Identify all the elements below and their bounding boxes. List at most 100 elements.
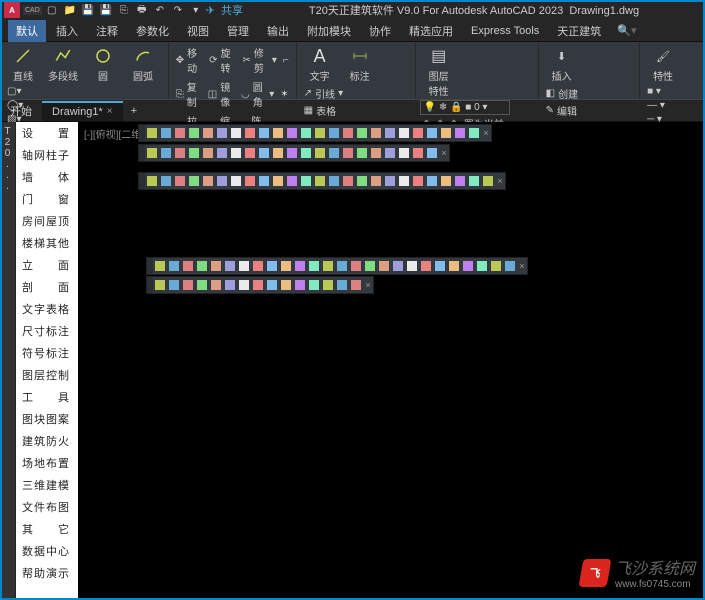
tab-featured[interactable]: 精选应用 <box>401 20 461 42</box>
toolbar-button[interactable] <box>461 258 475 274</box>
toolbar-button[interactable] <box>327 145 341 161</box>
toolbar-button[interactable] <box>271 125 285 141</box>
toolbar-button[interactable] <box>313 125 327 141</box>
toolbar-button[interactable] <box>369 125 383 141</box>
toolbar-button[interactable] <box>349 258 363 274</box>
toolbar-button[interactable] <box>187 173 201 189</box>
extra1-icon[interactable]: ⌐ <box>280 44 292 76</box>
share-link[interactable]: 共享 <box>221 2 243 18</box>
menu-item-18[interactable]: 其 它 <box>16 518 78 540</box>
toolbar-button[interactable] <box>349 277 363 293</box>
toolbar-button[interactable] <box>243 125 257 141</box>
toolbar-button[interactable] <box>265 258 279 274</box>
toolbar-button[interactable] <box>145 145 159 161</box>
toolbar-button[interactable] <box>503 258 517 274</box>
toolbar-button[interactable] <box>229 125 243 141</box>
tab-default[interactable]: 默认 <box>8 20 46 42</box>
toolbar-button[interactable] <box>215 125 229 141</box>
menu-item-15[interactable]: 场地布置 <box>16 452 78 474</box>
start-tab[interactable]: 开始 <box>0 100 42 122</box>
circle-button[interactable]: 圆 <box>84 44 122 83</box>
create-button[interactable]: ◧ 创建 <box>543 85 608 102</box>
toolbar-button[interactable] <box>307 277 321 293</box>
toolbar-button[interactable] <box>383 173 397 189</box>
drawing-canvas[interactable]: [-][俯视][二维线框] × × × × × <box>78 122 705 600</box>
toolbar-button[interactable] <box>153 277 167 293</box>
toolbar-button[interactable] <box>173 173 187 189</box>
toolbar-button[interactable] <box>453 173 467 189</box>
toolbar-button[interactable] <box>369 173 383 189</box>
toolbar-button[interactable] <box>195 258 209 274</box>
toolbar-button[interactable] <box>313 145 327 161</box>
toolbar-button[interactable] <box>299 145 313 161</box>
explode-icon[interactable]: ✶ <box>277 78 291 110</box>
toolbar-button[interactable] <box>425 125 439 141</box>
plot-icon[interactable]: 🖶 <box>134 2 150 18</box>
toolbar-button[interactable] <box>335 258 349 274</box>
toolbar-button[interactable] <box>229 173 243 189</box>
polyline-button[interactable]: 多段线 <box>44 44 82 83</box>
dim-button[interactable]: 标注 <box>341 44 379 83</box>
menu-item-8[interactable]: 文字表格 <box>16 298 78 320</box>
menu-item-17[interactable]: 文件布图 <box>16 496 78 518</box>
toolbar-button[interactable] <box>439 125 453 141</box>
toolbar-button[interactable] <box>447 258 461 274</box>
tab-express[interactable]: Express Tools <box>463 22 547 40</box>
toolbar-button[interactable] <box>481 173 495 189</box>
rotate-button[interactable]: ⟳ 旋转 <box>206 44 239 76</box>
close-tab-icon[interactable]: × <box>107 106 113 117</box>
toolbar-button[interactable] <box>265 277 279 293</box>
qat-dropdown-icon[interactable]: ▾ <box>188 2 204 18</box>
new-icon[interactable]: ▢ <box>44 2 60 18</box>
toolbar-button[interactable] <box>209 277 223 293</box>
text-button[interactable]: A文字 <box>301 44 339 83</box>
app-logo[interactable] <box>4 2 20 18</box>
toolbar-button[interactable] <box>313 173 327 189</box>
redo-icon[interactable]: ↷ <box>170 2 186 18</box>
menu-item-6[interactable]: 立 面 <box>16 254 78 276</box>
toolbar-button[interactable] <box>167 277 181 293</box>
new-tab-button[interactable]: + <box>123 102 145 120</box>
leader-button[interactable]: ↗ 引线 ▾ <box>301 85 346 102</box>
toolbar-button[interactable] <box>201 125 215 141</box>
tab-collab[interactable]: 协作 <box>361 20 399 42</box>
toolbar-button[interactable] <box>411 173 425 189</box>
toolbar-button[interactable] <box>195 277 209 293</box>
toolbar-button[interactable] <box>363 258 377 274</box>
saveas-icon[interactable]: 💾 <box>98 2 114 18</box>
toolbar-button[interactable] <box>355 173 369 189</box>
toolbar-button[interactable] <box>383 125 397 141</box>
toolbar-4[interactable]: × <box>146 257 528 275</box>
toolbar-button[interactable] <box>159 173 173 189</box>
toolbar-button[interactable] <box>397 173 411 189</box>
toolbar-button[interactable] <box>279 277 293 293</box>
toolbar-button[interactable] <box>425 173 439 189</box>
toolbar-button[interactable] <box>467 125 481 141</box>
toolbar-button[interactable] <box>377 258 391 274</box>
table-button[interactable]: ▦ 表格 <box>301 102 346 119</box>
toolbar-button[interactable] <box>285 173 299 189</box>
toolbar-button[interactable] <box>257 173 271 189</box>
toolbar-close-icon[interactable]: × <box>495 173 505 189</box>
menu-item-0[interactable]: 设 置 <box>16 122 78 144</box>
toolbar-button[interactable] <box>145 173 159 189</box>
toolbar-button[interactable] <box>293 258 307 274</box>
toolbar-button[interactable] <box>251 258 265 274</box>
color-dropdown[interactable]: ■ ▾ <box>644 85 668 98</box>
toolbar-close-icon[interactable]: × <box>517 258 527 274</box>
toolbar-button[interactable] <box>153 258 167 274</box>
tab-annotate[interactable]: 注释 <box>88 20 126 42</box>
toolbar-button[interactable] <box>327 125 341 141</box>
toolbar-2[interactable]: × <box>138 144 450 162</box>
menu-item-7[interactable]: 剖 面 <box>16 276 78 298</box>
properties-button[interactable]: 🖌特性 <box>644 44 682 83</box>
toolbar-button[interactable] <box>181 258 195 274</box>
tab-addins[interactable]: 附加模块 <box>299 20 359 42</box>
toolbar-button[interactable] <box>355 125 369 141</box>
toolbar-button[interactable] <box>167 258 181 274</box>
layer-properties-button[interactable]: ▤图层 特性 <box>420 44 458 98</box>
arc-button[interactable]: 圆弧 <box>124 44 162 83</box>
toolbar-button[interactable] <box>369 145 383 161</box>
toolbar-button[interactable] <box>397 125 411 141</box>
menu-item-3[interactable]: 门 窗 <box>16 188 78 210</box>
